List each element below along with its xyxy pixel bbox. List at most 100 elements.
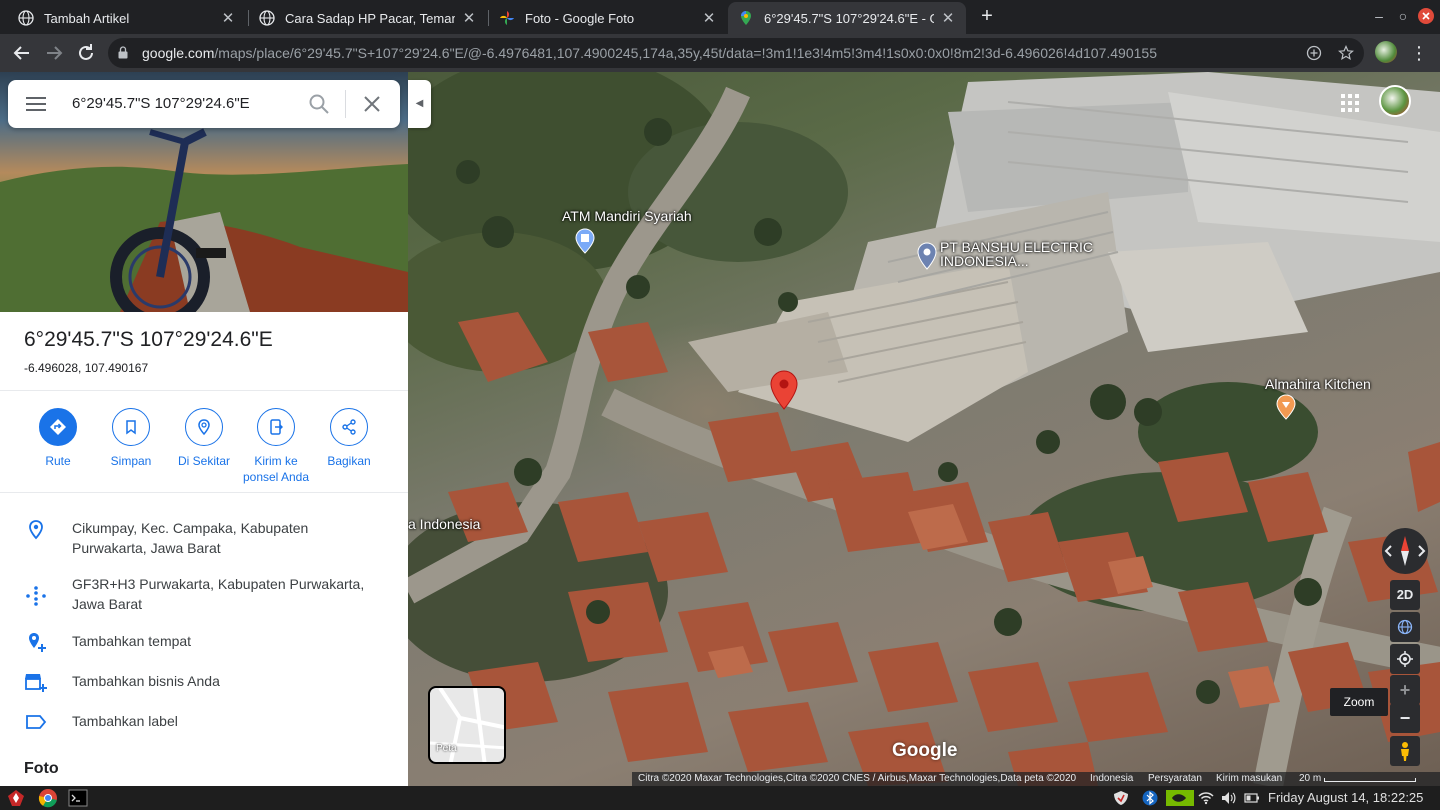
section-divider [0, 390, 408, 391]
clear-search-icon[interactable] [362, 94, 382, 114]
account-avatar[interactable] [1379, 85, 1411, 117]
share-label: Bagikan [327, 454, 371, 468]
profile-avatar[interactable] [1375, 41, 1397, 63]
satellite-map[interactable]: ATM Mandiri Syariah PT BANSHU ELECTRIC I… [408, 72, 1440, 786]
search-icon[interactable] [308, 93, 330, 115]
my-location-icon[interactable] [1390, 644, 1420, 674]
tab-title: Cara Sadap HP Pacar, Teman A [285, 10, 455, 26]
tab-cara-sadap[interactable]: Cara Sadap HP Pacar, Teman A ✕ [249, 2, 487, 34]
minimap-layer-switch[interactable]: Peta [428, 686, 506, 764]
street-view-pegman-icon[interactable] [1390, 736, 1420, 766]
terms-link[interactable]: Persyaratan [1148, 772, 1202, 786]
atm-pin-icon[interactable] [575, 228, 595, 254]
close-tab-icon[interactable]: ✕ [220, 9, 236, 27]
share-button[interactable]: Bagikan [309, 408, 389, 469]
battery-icon[interactable] [1244, 790, 1260, 806]
imagery-attribution: Citra ©2020 Maxar Technologies,Citra ©20… [638, 773, 1077, 784]
google-maps-icon [741, 11, 751, 25]
hamburger-menu-icon[interactable] [26, 96, 46, 112]
maximize-icon[interactable]: ○ [1396, 6, 1410, 26]
place-pin-icon[interactable] [917, 242, 937, 270]
browser-tab-strip: Tambah Artikel ✕ Cara Sadap HP Pacar, Te… [0, 0, 1440, 34]
volume-icon[interactable] [1220, 790, 1236, 806]
system-clock[interactable]: Friday August 14, 18:22:25 [1268, 790, 1423, 805]
close-window-icon[interactable] [1417, 7, 1435, 27]
bookmark-star-icon[interactable] [1338, 45, 1354, 61]
add-business-icon [25, 674, 47, 692]
directions-button[interactable]: Rute [18, 408, 98, 469]
bluetooth-icon[interactable] [1142, 790, 1158, 806]
add-install-icon[interactable] [1306, 45, 1322, 61]
browser-menu-icon[interactable]: ⋮ [1410, 41, 1428, 65]
map-label-atm[interactable]: ATM Mandiri Syariah [562, 209, 692, 223]
close-tab-icon[interactable]: ✕ [461, 9, 477, 27]
zoom-out-icon[interactable]: − [1390, 703, 1420, 733]
nearby-button[interactable]: Di Sekitar [164, 408, 244, 469]
tab-title: 6°29'45.7"S 107°29'24.6"E - Go [764, 10, 934, 26]
tab-tambah-artikel[interactable]: Tambah Artikel ✕ [8, 2, 246, 34]
tab-google-foto[interactable]: Foto - Google Foto ✕ [489, 2, 727, 34]
lock-icon[interactable] [118, 46, 128, 59]
scale-label[interactable]: 20 m [1299, 772, 1321, 786]
back-icon[interactable] [10, 41, 34, 65]
google-apps-icon[interactable] [1340, 93, 1360, 113]
forward-icon[interactable] [42, 41, 66, 65]
satellite-imagery [408, 72, 1440, 786]
minimap-label: Peta [436, 743, 457, 754]
tab-title: Foto - Google Foto [525, 10, 635, 26]
selected-location-marker-icon[interactable] [770, 370, 798, 410]
reload-icon[interactable] [74, 41, 98, 65]
google-photos-icon [500, 11, 514, 25]
directions-icon [50, 419, 66, 435]
scale-bar [1324, 778, 1416, 782]
map-label-indonesia[interactable]: a Indonesia [408, 517, 480, 531]
save-button[interactable]: Simpan [91, 408, 171, 469]
search-input[interactable]: 6°29'45.7"S 107°29'24.6"E [72, 95, 250, 112]
feedback-link[interactable]: Kirim masukan [1216, 772, 1282, 786]
collapse-panel-button[interactable]: ◀ [408, 80, 431, 128]
plus-code-text: GF3R+H3 Purwakarta, Kabupaten Purwakarta… [72, 576, 365, 612]
place-coordinates: -6.496028, 107.490167 [24, 361, 149, 375]
bookmark-icon [126, 420, 136, 435]
tab-google-maps[interactable]: 6°29'45.7"S 107°29'24.6"E - Go ✕ [728, 2, 966, 34]
add-label-text: Tambahkan label [72, 713, 178, 729]
nearby-icon [198, 419, 210, 436]
place-side-panel: 6°29'45.7"S 107°29'24.6"E 6°29'45.7"S 10… [0, 72, 408, 786]
security-shield-icon[interactable] [1112, 790, 1130, 806]
save-label: Simpan [110, 454, 152, 468]
toggle-2d-button[interactable]: 2D [1390, 580, 1420, 610]
nearby-label: Di Sekitar [177, 454, 230, 468]
add-place-text: Tambahkan tempat [72, 633, 192, 649]
new-tab-icon[interactable]: + [976, 5, 998, 27]
section-divider [0, 492, 408, 493]
nvidia-icon[interactable] [1166, 790, 1194, 806]
map-label-almahira[interactable]: Almahira Kitchen [1265, 377, 1371, 391]
send-to-phone-button[interactable]: Kirim ke ponsel Anda [236, 408, 316, 485]
directions-label: Rute [45, 454, 71, 468]
zoom-in-icon[interactable]: + [1390, 675, 1420, 705]
location-pin-icon [29, 520, 43, 540]
wifi-icon[interactable] [1198, 790, 1214, 806]
label-icon [26, 715, 47, 729]
url-text: google.com/maps/place/6°29'45.7"S+107°29… [142, 45, 1157, 61]
start-menu-icon[interactable] [6, 788, 26, 808]
globe-icon [18, 10, 34, 26]
map-label-banshu[interactable]: PT BANSHU ELECTRIC INDONESIA... [940, 240, 1093, 268]
chrome-icon[interactable] [38, 788, 58, 808]
address-bar[interactable]: google.com/maps/place/6°29'45.7"S+107°29… [108, 38, 1364, 68]
plus-code-icon [26, 586, 46, 606]
restaurant-pin-icon[interactable] [1276, 394, 1296, 420]
os-taskbar: Friday August 14, 18:22:25 [0, 786, 1440, 810]
minimize-icon[interactable]: – [1372, 6, 1386, 26]
globe-view-icon[interactable] [1390, 612, 1420, 642]
compass-control[interactable] [1382, 528, 1428, 574]
search-divider [345, 90, 346, 118]
close-tab-icon[interactable]: ✕ [940, 9, 956, 27]
photos-heading: Foto [24, 760, 59, 777]
country-link[interactable]: Indonesia [1090, 772, 1133, 786]
tab-title: Tambah Artikel [44, 10, 130, 26]
search-box[interactable]: 6°29'45.7"S 107°29'24.6"E [8, 80, 400, 128]
close-tab-icon[interactable]: ✕ [701, 9, 717, 27]
terminal-icon[interactable] [68, 788, 88, 808]
address-text: Cikumpay, Kec. Campaka, Kabupaten Purwak… [72, 520, 309, 556]
